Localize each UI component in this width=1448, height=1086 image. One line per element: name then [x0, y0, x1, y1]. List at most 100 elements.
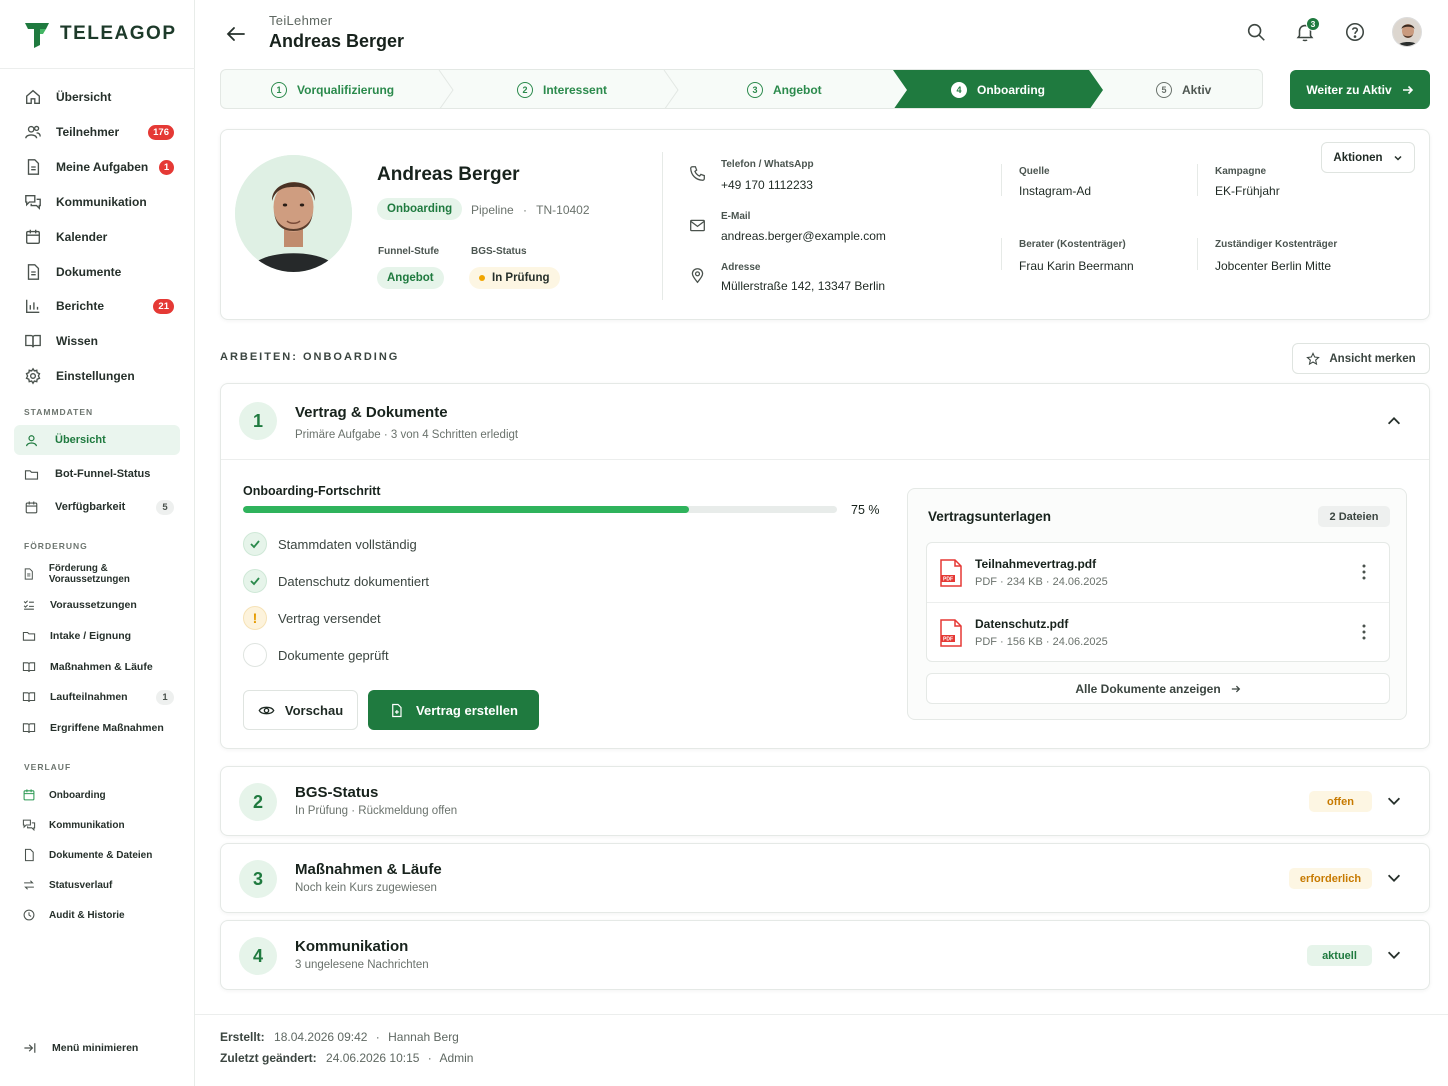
- document-row[interactable]: PDF Teilnahmevertrag.pdf PDF · 234 KB · …: [927, 543, 1389, 602]
- nav-voraussetzungen[interactable]: Voraussetzungen: [14, 590, 180, 620]
- more-options-icon[interactable]: [1357, 563, 1371, 581]
- button-label: Vorschau: [284, 702, 344, 718]
- save-view-label: Ansicht merken: [1329, 352, 1416, 365]
- nav-ergriffene-massnahmen[interactable]: Ergriffene Maßnahmen: [14, 713, 180, 743]
- task-card-massnahmen[interactable]: 3 Maßnahmen & Läufe Noch kein Kurs zugew…: [220, 843, 1430, 913]
- status-tag: offen: [1309, 791, 1372, 812]
- nav-calendar[interactable]: Kalender: [14, 222, 180, 252]
- email-value[interactable]: andreas.berger@example.com: [721, 229, 886, 243]
- swap-icon: [24, 880, 34, 890]
- address-value: Müllerstraße 142, 13347 Berlin: [721, 279, 886, 293]
- chevron-down-icon[interactable]: [1385, 869, 1403, 887]
- book-icon: [22, 662, 36, 672]
- pipeline-stepper: 1 Vorqualifizierung 2 Interessent 3 Ange…: [220, 69, 1263, 109]
- task-card-communication[interactable]: 4 Kommunikation 3 ungelesene Nachrichten…: [220, 920, 1430, 990]
- button-label: Vertrag erstellen: [416, 702, 518, 718]
- nav-label: Einstellungen: [56, 369, 135, 383]
- nav-label: Kalender: [56, 230, 108, 244]
- actions-dropdown[interactable]: Aktionen: [1321, 142, 1415, 173]
- checklist-item: Vertrag versendet: [278, 611, 381, 626]
- step-angebot[interactable]: 3 Angebot: [747, 70, 822, 108]
- document-name: Datenschutz.pdf: [975, 617, 1069, 631]
- nav-availability[interactable]: Verfügbarkeit 5: [14, 492, 180, 522]
- document-row[interactable]: PDF Datenschutz.pdf PDF · 156 KB · 24.06…: [927, 602, 1389, 661]
- nav-communication[interactable]: Kommunikation: [14, 187, 180, 217]
- checklist-item: Stammdaten vollständig: [278, 537, 417, 552]
- nav-label: Berichte: [56, 299, 105, 313]
- breadcrumb[interactable]: TeiLehmer: [269, 13, 332, 28]
- search-icon[interactable]: [1245, 21, 1267, 43]
- nav-foerderung-voraussetzungen[interactable]: Förderung & Voraussetzungen: [14, 559, 180, 589]
- created-label: Erstellt:: [220, 1030, 265, 1044]
- back-arrow-icon[interactable]: [224, 22, 248, 46]
- nav-verlauf-audit[interactable]: Audit & Historie: [14, 900, 180, 930]
- changed-label: Zuletzt geändert:: [220, 1051, 317, 1065]
- nav-settings[interactable]: Einstellungen: [14, 361, 180, 391]
- brand-logo[interactable]: TELEAGOP: [22, 19, 177, 49]
- nav-reports[interactable]: Berichte 21: [14, 291, 180, 321]
- calendar-icon: [23, 789, 35, 801]
- funnel-label: Funnel-Stufe: [378, 246, 440, 257]
- funnel-badge: Angebot: [377, 267, 444, 289]
- user-avatar[interactable]: [1392, 17, 1422, 47]
- nav-massnahmen[interactable]: Maßnahmen & Läufe: [14, 652, 180, 682]
- document-list: PDF Teilnahmevertrag.pdf PDF · 234 KB · …: [926, 542, 1390, 662]
- section-title: ARBEITEN: ONBOARDING: [220, 351, 400, 363]
- warning-icon: !: [243, 606, 267, 630]
- nav-laufteilnahmen[interactable]: Laufteilnahmen 1: [14, 682, 180, 712]
- step-interessent[interactable]: 2 Interessent: [517, 70, 607, 108]
- count-badge: 1: [159, 159, 174, 175]
- folder-icon: [22, 631, 36, 641]
- progress-label: Onboarding-Fortschritt: [243, 484, 381, 498]
- nav-overview[interactable]: Übersicht: [14, 82, 180, 112]
- tasks-icon: [27, 159, 40, 175]
- docs-count-badge: 2 Dateien: [1318, 506, 1390, 527]
- next-to-active-button[interactable]: Weiter zu Aktiv: [1290, 70, 1430, 109]
- more-options-icon[interactable]: [1357, 623, 1371, 641]
- create-contract-button[interactable]: Vertrag erstellen: [368, 690, 539, 730]
- task-card-bgs-status[interactable]: 2 BGS-Status In Prüfung · Rückmeldung of…: [220, 766, 1430, 836]
- chevron-down-icon[interactable]: [1385, 946, 1403, 964]
- nav-label: Verfügbarkeit: [55, 501, 126, 513]
- nav-verlauf-dokumente[interactable]: Dokumente & Dateien: [14, 840, 180, 870]
- nav-stammdaten-overview[interactable]: Übersicht: [14, 425, 180, 455]
- user-icon: [26, 434, 37, 446]
- nav-verlauf-onboarding[interactable]: Onboarding: [14, 780, 180, 810]
- home-icon: [26, 89, 40, 104]
- nav-verlauf-kommunikation[interactable]: Kommunikation: [14, 810, 180, 840]
- count-badge: 21: [153, 298, 174, 314]
- nav-label: Laufteilnahmen: [50, 691, 128, 703]
- nav-participants[interactable]: Teilnehmer 176: [14, 117, 180, 147]
- nav-my-tasks[interactable]: Meine Aufgaben 1: [14, 152, 180, 182]
- phone-value[interactable]: +49 170 1112233: [721, 178, 813, 192]
- nav-label: Förderung & Voraussetzungen: [48, 563, 130, 585]
- nav-knowledge[interactable]: Wissen: [14, 326, 180, 356]
- help-icon[interactable]: [1344, 21, 1366, 43]
- step-label: Aktiv: [1182, 83, 1212, 97]
- minimize-menu-button[interactable]: Menü minimieren: [22, 1040, 138, 1056]
- address-label: Adresse: [721, 262, 761, 273]
- checklist-item: Dokumente geprüft: [278, 648, 389, 663]
- count-badge: 176: [148, 124, 174, 140]
- step-onboarding[interactable]: 4 Onboarding: [951, 70, 1045, 108]
- nav-bot-funnel-status[interactable]: Bot-Funnel-Status: [14, 459, 180, 489]
- chat-icon: [22, 819, 36, 832]
- step-vorqualifizierung[interactable]: 1 Vorqualifizierung: [271, 70, 394, 108]
- chevron-down-icon[interactable]: [1385, 792, 1403, 810]
- created-by: Hannah Berg: [388, 1030, 459, 1044]
- preview-button[interactable]: Vorschau: [243, 690, 358, 730]
- nav-label: Bot-Funnel-Status: [55, 468, 151, 480]
- task-subtitle: In Prüfung · Rückmeldung offen: [295, 805, 458, 817]
- nav-documents[interactable]: Dokumente: [14, 257, 180, 287]
- show-all-documents-button[interactable]: Alle Dokumente anzeigen: [926, 673, 1390, 704]
- step-aktiv[interactable]: 5 Aktiv: [1156, 70, 1212, 108]
- nav-verlauf-statusverlauf[interactable]: Statusverlauf: [14, 870, 180, 900]
- nav-label: Kommunikation: [49, 819, 125, 831]
- checklist-item: Datenschutz dokumentiert: [278, 574, 430, 589]
- chevron-up-icon[interactable]: [1385, 412, 1403, 430]
- nav-label: Übersicht: [55, 434, 106, 446]
- nav-intake[interactable]: Intake / Eignung: [14, 621, 180, 651]
- save-view-button[interactable]: Ansicht merken: [1292, 343, 1430, 374]
- step-number: 1: [271, 82, 287, 98]
- nav-label: Voraussetzungen: [50, 599, 137, 611]
